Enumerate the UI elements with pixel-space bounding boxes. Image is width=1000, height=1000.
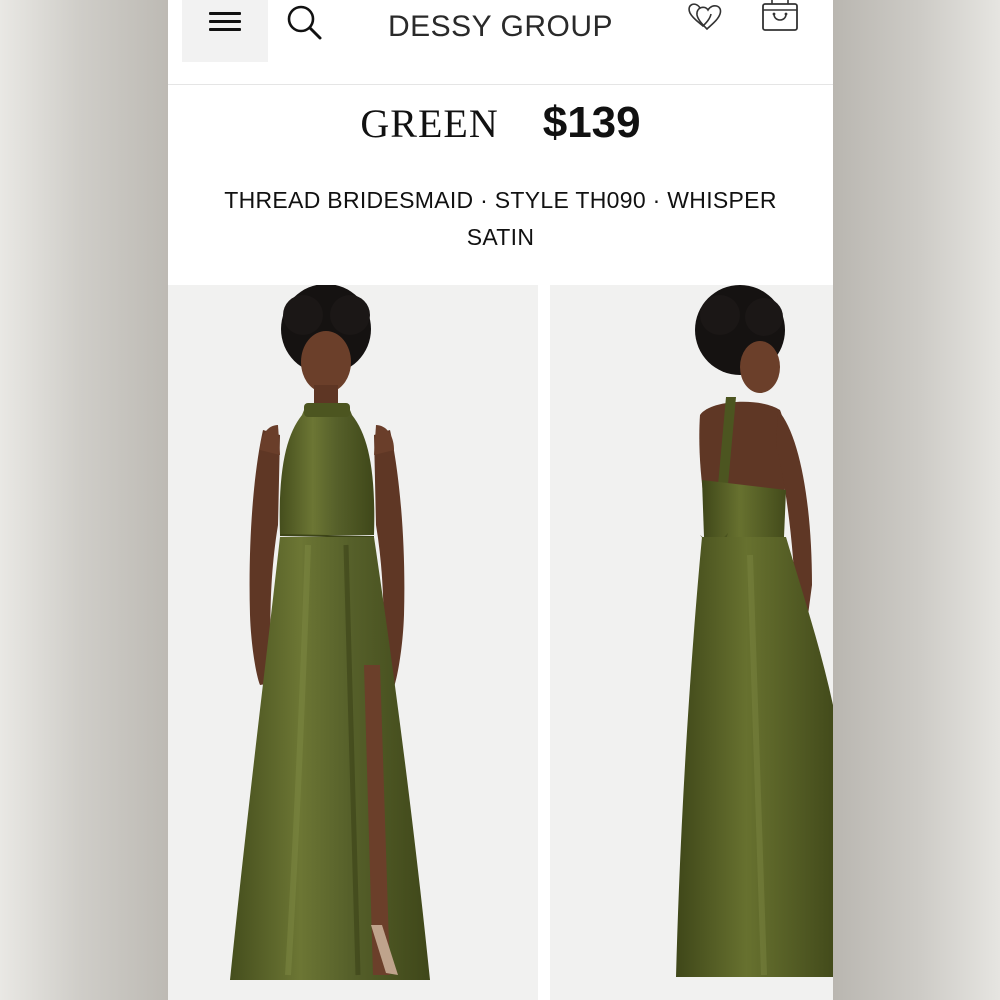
back-view-illustration	[676, 285, 833, 977]
phone-screen: DESSY GROUP GREEN $139 THREAD BRIDESMAID …	[168, 0, 833, 1000]
shopping-bag-icon	[762, 0, 798, 31]
top-navigation-bar: DESSY GROUP	[168, 0, 833, 85]
product-header: GREEN $139 THREAD BRIDESMAID · STYLE TH09…	[168, 90, 833, 280]
product-subtitle: THREAD BRIDESMAID · STYLE TH090 · WHISPE…	[224, 187, 777, 250]
back-view-photo[interactable]	[550, 285, 833, 1000]
wishlist-button[interactable]	[686, 0, 726, 34]
product-price: $139	[542, 98, 641, 147]
search-icon	[287, 5, 322, 40]
shopping-bag-button[interactable]	[760, 0, 800, 34]
product-title-row: GREEN $139	[168, 98, 833, 148]
hearts-icon	[688, 3, 722, 31]
front-view-photo[interactable]	[168, 285, 538, 1000]
product-color-name: GREEN	[360, 101, 499, 146]
search-button[interactable]	[284, 2, 324, 42]
product-image-gallery	[168, 285, 833, 1000]
front-view-illustration	[230, 285, 430, 980]
brand-logo[interactable]: DESSY GROUP	[368, 10, 633, 44]
menu-button[interactable]	[182, 0, 268, 62]
hamburger-menu-icon	[209, 12, 241, 32]
